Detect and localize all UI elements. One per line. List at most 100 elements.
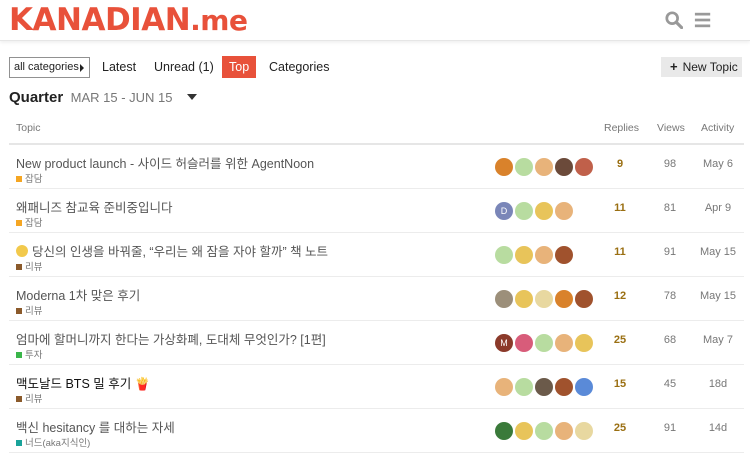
poster-avatars: M [495,334,595,352]
category-label: 잡담 [25,174,43,185]
activity-date[interactable]: 18d [698,378,738,390]
category-badge[interactable]: 리뷰 [16,391,42,405]
topic-row[interactable]: 왜패니즈 참교육 준비중입니다 잡담 D 11 81 Apr 9 [9,189,744,233]
topic-title-link[interactable]: New product launch - 사이드 허슬러를 위한 AgentNo… [16,153,314,172]
column-activity[interactable]: Activity [701,122,734,134]
avatar[interactable] [555,246,573,264]
avatar[interactable] [575,158,593,176]
chevron-down-icon [186,94,197,100]
topic-row[interactable]: 당신의 인생을 바꿔줄, “우리는 왜 잠을 자야 할까” 책 노트 리뷰 11 91… [9,233,744,277]
avatar[interactable]: M [495,334,513,352]
replies-count[interactable]: 9 [595,158,645,170]
replies-count[interactable]: 25 [595,334,645,346]
avatar[interactable] [535,158,553,176]
activity-date[interactable]: May 15 [698,246,738,258]
category-color-square [16,396,22,402]
topic-title-link[interactable]: 맥도날드 BTS 밀 후기 🍟 [16,373,150,392]
hamburger-menu-icon[interactable] [694,11,712,29]
category-badge[interactable]: 잡담 [16,171,42,185]
avatar[interactable] [555,422,573,440]
avatar[interactable] [495,246,513,264]
avatar[interactable] [495,422,513,440]
topic-title-link[interactable]: 당신의 인생을 바꿔줄, “우리는 왜 잠을 자야 할까” 책 노트 [16,241,328,260]
plus-icon: + [670,59,678,74]
category-badge[interactable]: 너드(aka지식인) [16,435,90,449]
category-label: 리뷰 [25,394,43,405]
category-label: 리뷰 [25,306,43,317]
category-dropdown[interactable]: all categories [9,57,90,78]
replies-count[interactable]: 15 [595,378,645,390]
avatar[interactable] [515,202,533,220]
category-label: 너드(aka지식인) [25,438,91,449]
replies-count[interactable]: 12 [595,290,645,302]
poster-avatars [495,158,595,176]
avatar[interactable] [535,246,553,264]
nav-top[interactable]: Top [222,56,257,78]
avatar[interactable] [515,422,533,440]
topic-row[interactable]: Moderna 1차 맞은 후기 리뷰 12 78 May 15 [9,277,744,321]
replies-count[interactable]: 11 [595,246,645,258]
avatar[interactable] [515,290,533,308]
category-badge[interactable]: 투자 [16,347,42,361]
topic-title-link[interactable]: Moderna 1차 맞은 후기 [16,285,140,304]
activity-date[interactable]: May 6 [698,158,738,170]
category-badge[interactable]: 리뷰 [16,259,42,273]
avatar[interactable] [495,378,513,396]
moon-emoji-icon [16,245,28,257]
replies-count[interactable]: 11 [595,202,645,214]
topic-row[interactable]: 엄마에 할머니까지 한다는 가상화폐, 도대체 무엇인가? [1편] 투자 M 25 6… [9,321,744,365]
avatar[interactable]: D [495,202,513,220]
topic-title-link[interactable]: 백신 hesitancy 를 대하는 자세 [16,417,175,436]
category-badge[interactable]: 잡담 [16,215,42,229]
avatar[interactable] [575,334,593,352]
topic-title-link[interactable]: 엄마에 할머니까지 한다는 가상화폐, 도대체 무엇인가? [1편] [16,329,326,348]
avatar[interactable] [495,158,513,176]
nav-unread[interactable]: Unread (1) [154,56,214,78]
poster-avatars [495,290,595,308]
avatar[interactable] [495,290,513,308]
avatar[interactable] [555,378,573,396]
logo-suffix: .me [190,4,248,37]
views-count: 91 [663,422,677,434]
views-count: 98 [663,158,677,170]
avatar[interactable] [555,202,573,220]
avatar[interactable] [535,334,553,352]
avatar[interactable] [575,378,593,396]
topic-row[interactable]: 맥도날드 BTS 밀 후기 🍟 리뷰 15 45 18d [9,365,744,409]
search-icon[interactable] [665,11,683,29]
nav-categories[interactable]: Categories [269,56,329,78]
avatar[interactable] [555,334,573,352]
poster-avatars [495,246,595,264]
avatar[interactable] [515,158,533,176]
avatar[interactable] [555,290,573,308]
column-views[interactable]: Views [657,122,685,134]
activity-date[interactable]: May 15 [698,290,738,302]
new-topic-button[interactable]: + New Topic [661,57,742,77]
avatar[interactable] [535,202,553,220]
avatar[interactable] [575,290,593,308]
site-logo[interactable]: KANADIAN.me [9,0,248,41]
avatar[interactable] [515,246,533,264]
avatar[interactable] [535,290,553,308]
category-color-square [16,308,22,314]
views-count: 45 [663,378,677,390]
avatar[interactable] [535,378,553,396]
avatar[interactable] [515,378,533,396]
avatar[interactable] [515,334,533,352]
category-badge[interactable]: 리뷰 [16,303,42,317]
avatar[interactable] [555,158,573,176]
topic-row[interactable]: 백신 hesitancy 를 대하는 자세너드(aka지식인) 25 91 14d [9,409,744,453]
nav-latest[interactable]: Latest [102,56,136,78]
period-selector[interactable]: Quarter MAR 15 - JUN 15 [9,89,197,109]
activity-date[interactable]: May 7 [698,334,738,346]
column-replies[interactable]: Replies [604,122,639,134]
topic-row[interactable]: New product launch - 사이드 허슬러를 위한 AgentNo… [9,145,744,189]
replies-count[interactable]: 25 [595,422,645,434]
column-topic[interactable]: Topic [16,122,41,134]
topic-title-link[interactable]: 왜패니즈 참교육 준비중입니다 [16,197,172,216]
avatar[interactable] [535,422,553,440]
topic-title-text: 왜패니즈 참교육 준비중입니다 [16,201,173,215]
activity-date[interactable]: 14d [698,422,738,434]
activity-date[interactable]: Apr 9 [698,202,738,214]
avatar[interactable] [575,422,593,440]
